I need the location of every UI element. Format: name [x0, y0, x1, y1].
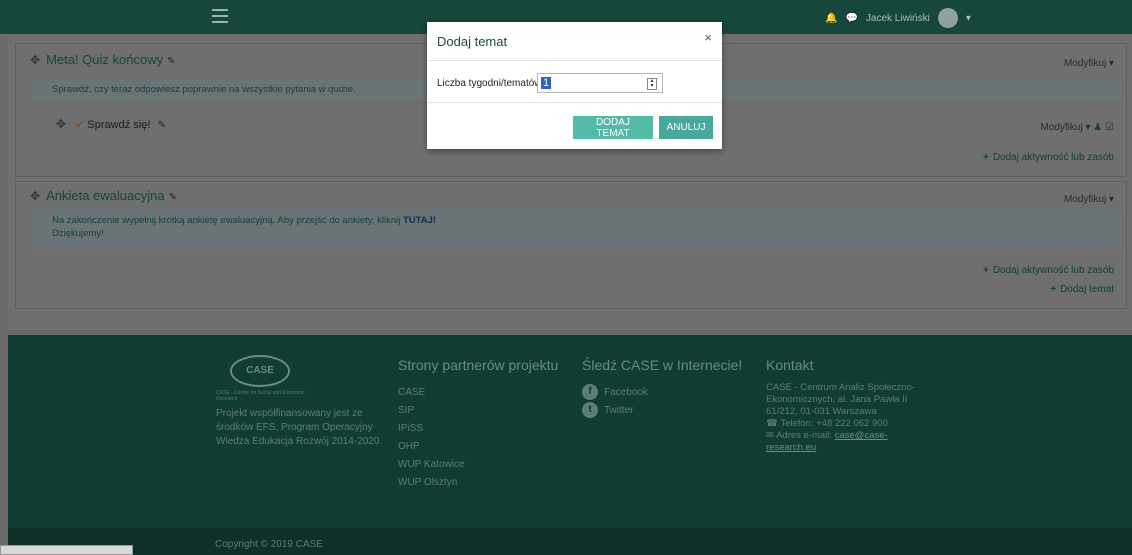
modify-menu[interactable]: Modyfikuj ▾: [1064, 194, 1114, 205]
move-icon[interactable]: ✥: [30, 189, 40, 203]
move-icon[interactable]: ✥: [56, 117, 66, 131]
email-line: ✉ Adres e-mail: case@case-research.eu: [766, 430, 888, 453]
plus-icon: +: [982, 265, 989, 276]
contact-heading: Kontakt: [766, 357, 814, 373]
facebook-icon: f: [582, 384, 598, 400]
topics-count-label: Liczba tygodni/tematów: [437, 78, 542, 89]
survey-link[interactable]: TUTAJ!: [403, 215, 436, 226]
partner-link[interactable]: WUP Katowice: [398, 459, 465, 477]
social-list: f Facebook t Twitter: [582, 383, 648, 419]
user-icon: ♟: [1093, 122, 1103, 133]
user-menu[interactable]: 🔔 💬 Jacek Liwiński ▾: [825, 8, 971, 28]
topics-count-value[interactable]: 1: [541, 77, 552, 89]
social-heading: Śledź CASE w Internecie!: [582, 357, 743, 373]
twitter-icon: t: [582, 402, 598, 418]
partner-link[interactable]: OHP: [398, 441, 465, 459]
pencil-icon[interactable]: ✎: [167, 56, 175, 67]
status-bar: [0, 545, 133, 555]
section-title: ✥ Ankieta ewaluacyjna ✎: [30, 188, 177, 203]
section-summary: Na zakończenie wypełnij krótką ankietę e…: [32, 208, 1122, 250]
project-info: Projekt współfinansowany jest ze środków…: [216, 408, 380, 447]
topics-count-input[interactable]: 1 ▴ ▾: [537, 73, 663, 93]
plus-icon: +: [1050, 284, 1057, 295]
checkbox-icon: ☑: [1105, 122, 1114, 133]
quiz-icon: ✔: [75, 119, 85, 131]
partner-link[interactable]: CASE: [398, 387, 465, 405]
menu-icon[interactable]: [212, 9, 228, 23]
facebook-link[interactable]: f Facebook: [582, 383, 648, 401]
close-icon[interactable]: ×: [704, 30, 712, 45]
logo-subtitle: CASE - Center for Social and Economic Re…: [216, 390, 305, 402]
case-logo: CASE: [230, 355, 290, 387]
copyright-bar: Copyright © 2019 CASE: [8, 528, 1132, 555]
activity-quiz[interactable]: ✥ ✔ Sprawdź się! ✎: [56, 117, 166, 131]
add-activity-link[interactable]: + Dodaj aktywność lub zasób: [983, 265, 1114, 276]
dialog-header: Dodaj temat ×: [427, 22, 722, 61]
section-survey: ✥ Ankieta ewaluacyjna ✎ Modyfikuj ▾ Na zak…: [15, 181, 1127, 309]
section-title: ✥ Meta! Quiz końcowy ✎: [30, 52, 176, 67]
phone-icon: ☎: [766, 418, 778, 429]
user-name[interactable]: Jacek Liwiński: [866, 13, 930, 24]
notifications-icon[interactable]: 🔔: [825, 13, 837, 24]
footer: CASE CASE - Center for Social and Econom…: [8, 335, 1132, 528]
mail-icon: ✉: [766, 430, 774, 441]
pencil-icon[interactable]: ✎: [157, 120, 165, 131]
pencil-icon[interactable]: ✎: [169, 192, 177, 203]
plus-icon: +: [982, 152, 989, 163]
activity-modify-menu[interactable]: Modyfikuj ▾ ♟ ☑: [1040, 122, 1114, 133]
partners-heading: Strony partnerów projektu: [398, 357, 559, 373]
partner-link[interactable]: IPiSS: [398, 423, 465, 441]
dialog-divider: [427, 102, 722, 103]
avatar[interactable]: [937, 8, 958, 28]
partner-link[interactable]: WUP Olsztyn: [398, 477, 465, 495]
cancel-button[interactable]: ANULUJ: [659, 116, 713, 139]
contact-info: CASE - Centrum Analiz Społeczno-Ekonomic…: [766, 382, 936, 454]
messages-icon[interactable]: 💬: [845, 13, 857, 24]
chevron-down-icon[interactable]: ▾: [966, 13, 971, 24]
add-activity-link[interactable]: + Dodaj aktywność lub zasób: [983, 152, 1114, 163]
add-topic-button[interactable]: DODAJ TEMAT: [573, 116, 653, 139]
add-topic-link[interactable]: + Dodaj temat: [1050, 284, 1114, 295]
spinner-icon[interactable]: ▴ ▾: [647, 78, 657, 90]
dialog-title: Dodaj temat: [437, 34, 508, 49]
twitter-link[interactable]: t Twitter: [582, 401, 648, 419]
phone-line: ☎ Telefon: +48 222 062 900: [766, 418, 888, 429]
partner-link[interactable]: SIP: [398, 405, 465, 423]
partners-list: CASE SIP IPiSS OHP WUP Katowice WUP Olsz…: [398, 387, 465, 495]
move-icon[interactable]: ✥: [30, 53, 40, 67]
add-topic-dialog: Dodaj temat × Liczba tygodni/tematów 1 ▴…: [427, 22, 722, 149]
modify-menu[interactable]: Modyfikuj ▾: [1064, 58, 1114, 69]
